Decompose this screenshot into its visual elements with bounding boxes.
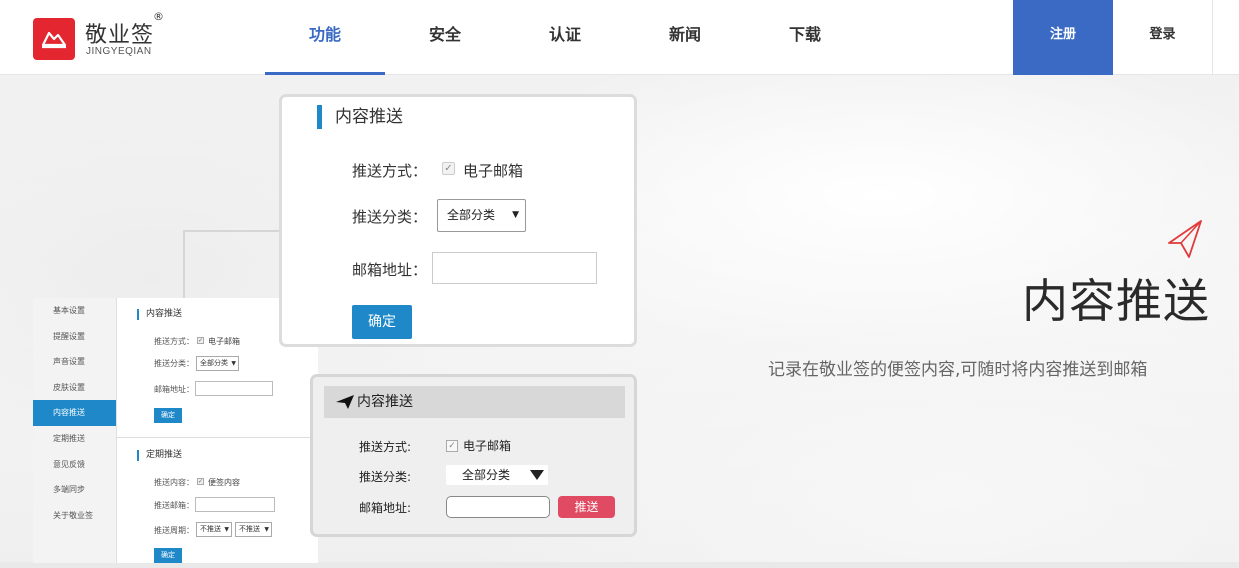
sidebar-item-feedback[interactable]: 意见反馈 bbox=[33, 452, 116, 478]
sidebar-item-sound[interactable]: 声音设置 bbox=[33, 349, 116, 375]
header: 敬业签 ® JINGYEQIAN 功能 安全 认证 新闻 下载 注册 登录 bbox=[0, 0, 1239, 75]
card-category-select[interactable]: 全部分类 ▼ bbox=[437, 199, 526, 232]
mini-category-select[interactable]: 全部分类 ▼ bbox=[196, 356, 239, 371]
register-button[interactable]: 注册 bbox=[1013, 0, 1113, 75]
dialog-method-label: 推送方式: bbox=[359, 440, 412, 454]
mini-period-value-1: 不推送 bbox=[200, 525, 221, 533]
dialog-email-input[interactable] bbox=[446, 496, 550, 518]
mini-content-label: 推送内容： bbox=[154, 478, 194, 487]
mini-period-select-1[interactable]: 不推送 ▼ bbox=[196, 522, 232, 537]
card-method-value: 电子邮箱 bbox=[463, 162, 524, 180]
content-push-card: 内容推送 推送方式： ✓ 电子邮箱 推送分类： 全部分类 ▼ 邮箱地址： 确定 bbox=[279, 94, 637, 347]
nav-item-certification[interactable]: 认证 bbox=[505, 0, 625, 75]
logo[interactable]: 敬业签 ® JINGYEQIAN bbox=[33, 10, 183, 62]
dropdown-arrow-icon: ▼ bbox=[231, 360, 236, 367]
dropdown-arrow-icon: ▼ bbox=[224, 526, 229, 533]
dialog-category-value: 全部分类 bbox=[462, 468, 511, 482]
mini-period-value-2: 不推送 bbox=[239, 525, 260, 533]
settings-screenshot: 基本设置 提醒设置 声音设置 皮肤设置 内容推送 定期推送 意见反馈 多端同步 … bbox=[33, 298, 318, 563]
card-category-value: 全部分类 bbox=[447, 208, 496, 222]
mini-method-label: 推送方式： bbox=[154, 337, 194, 346]
sidebar-item-sync[interactable]: 多端同步 bbox=[33, 477, 116, 503]
card-method-label: 推送方式： bbox=[352, 162, 428, 180]
mini-push-email-input[interactable] bbox=[195, 497, 275, 512]
hero-description: 记录在敬业签的便签内容,可随时将内容推送到邮箱 bbox=[768, 360, 1148, 380]
nav-item-news[interactable]: 新闻 bbox=[625, 0, 745, 75]
sidebar-item-about[interactable]: 关于敬业签 bbox=[33, 503, 116, 529]
mini-content-value: 便签内容 bbox=[208, 478, 240, 487]
card-category-label: 推送分类： bbox=[352, 208, 428, 226]
dropdown-triangle-icon bbox=[530, 470, 544, 480]
mini-category-label: 推送分类： bbox=[154, 359, 194, 368]
mini-content-checkbox[interactable]: ✓ bbox=[197, 478, 204, 485]
paper-plane-outline-icon bbox=[1168, 220, 1202, 258]
push-dialog-header: 内容推送 bbox=[324, 386, 625, 418]
settings-sidebar: 基本设置 提醒设置 声音设置 皮肤设置 内容推送 定期推送 意见反馈 多端同步 … bbox=[33, 298, 117, 563]
mini-category-value: 全部分类 bbox=[200, 359, 228, 367]
card-email-label: 邮箱地址： bbox=[352, 261, 428, 279]
mini-push-email-label: 推送邮箱： bbox=[154, 501, 194, 510]
dialog-category-select[interactable]: 全部分类 bbox=[446, 465, 548, 485]
card-title: 内容推送 bbox=[317, 105, 403, 129]
mini-method-value: 电子邮箱 bbox=[208, 337, 240, 346]
logo-name: 敬业签 bbox=[85, 23, 155, 48]
sidebar-item-skin[interactable]: 皮肤设置 bbox=[33, 375, 116, 401]
nav-item-security[interactable]: 安全 bbox=[385, 0, 505, 75]
main-nav: 功能 安全 认证 新闻 下载 bbox=[265, 0, 865, 75]
sidebar-item-content-push[interactable]: 内容推送 bbox=[33, 400, 116, 426]
dialog-email-label: 邮箱地址: bbox=[359, 501, 412, 515]
mini-email-label: 邮箱地址： bbox=[154, 385, 194, 394]
dialog-method-value: 电子邮箱 bbox=[463, 439, 512, 453]
connector-line bbox=[183, 230, 280, 232]
mini-email-input[interactable] bbox=[195, 381, 273, 396]
card-method-checkbox[interactable]: ✓ bbox=[442, 162, 455, 175]
sidebar-item-basic[interactable]: 基本设置 bbox=[33, 298, 116, 324]
card-confirm-button[interactable]: 确定 bbox=[352, 305, 412, 339]
dialog-category-label: 推送分类: bbox=[359, 470, 412, 484]
connector-line bbox=[183, 230, 185, 298]
push-button[interactable]: 推送 bbox=[558, 496, 615, 518]
nav-item-download[interactable]: 下载 bbox=[745, 0, 865, 75]
mini-method-checkbox[interactable]: ✓ bbox=[197, 337, 204, 344]
mini-confirm-button[interactable]: 确定 bbox=[154, 408, 182, 423]
push-dialog-title: 内容推送 bbox=[357, 394, 413, 410]
dropdown-arrow-icon: ▼ bbox=[264, 526, 269, 533]
dialog-method-checkbox[interactable]: ✓ bbox=[446, 440, 458, 452]
push-dialog: 内容推送 推送方式: ✓ 电子邮箱 推送分类: 全部分类 邮箱地址: 推送 bbox=[310, 374, 637, 537]
hero-title: 内容推送 bbox=[1022, 274, 1210, 328]
login-button[interactable]: 登录 bbox=[1113, 0, 1213, 75]
logo-icon bbox=[33, 18, 75, 60]
sidebar-item-reminder[interactable]: 提醒设置 bbox=[33, 324, 116, 350]
mini-push-title: 内容推送 bbox=[137, 309, 182, 320]
nav-item-features[interactable]: 功能 bbox=[265, 0, 385, 75]
registered-mark: ® bbox=[153, 10, 164, 23]
mini-period-label: 推送周期： bbox=[154, 526, 194, 535]
mini-periodic-confirm-button[interactable]: 确定 bbox=[154, 548, 182, 563]
dropdown-arrow-icon: ▼ bbox=[512, 210, 519, 220]
mini-periodic-title: 定期推送 bbox=[137, 450, 182, 461]
sidebar-item-periodic-push[interactable]: 定期推送 bbox=[33, 426, 116, 452]
card-email-input[interactable] bbox=[432, 252, 597, 284]
logo-subtitle: JINGYEQIAN bbox=[86, 46, 152, 57]
mini-period-select-2[interactable]: 不推送 ▼ bbox=[235, 522, 272, 537]
mini-divider bbox=[117, 437, 318, 438]
paper-plane-icon bbox=[336, 395, 354, 409]
